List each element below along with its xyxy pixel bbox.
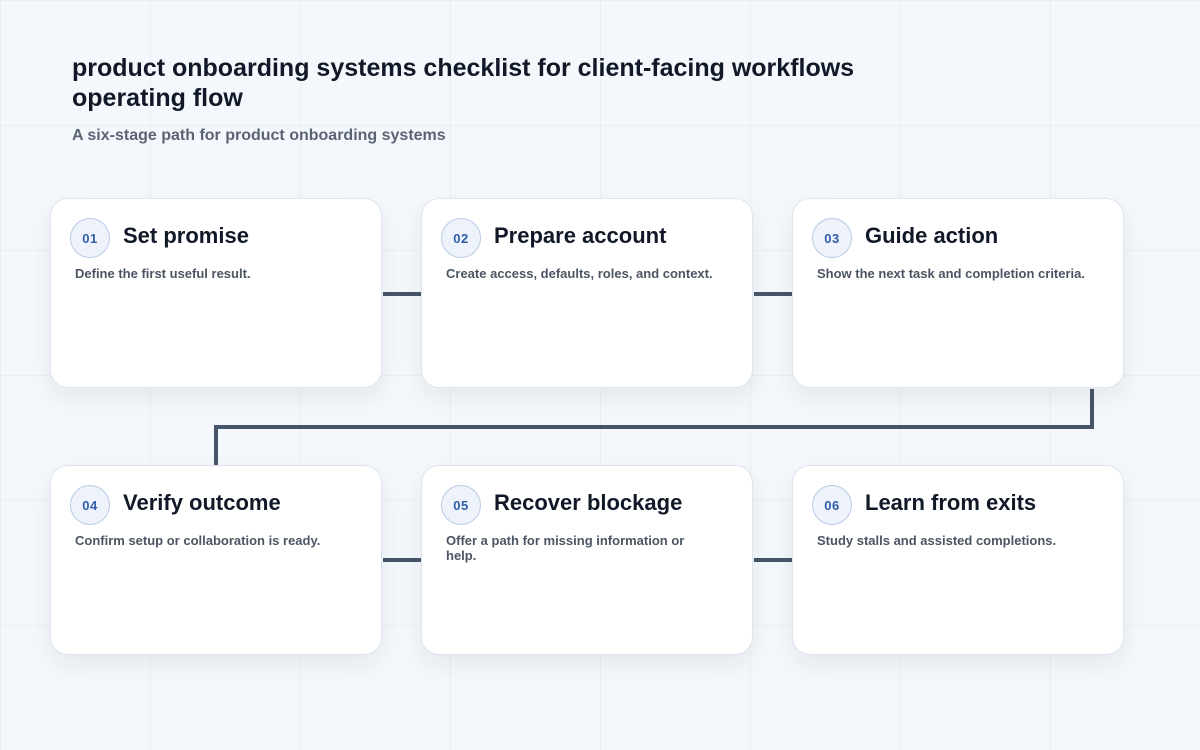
step-card-6: 06 Learn from exits Study stalls and ass… [792,465,1124,655]
step-number-badge: 04 [70,485,110,525]
step-description: Study stalls and assisted completions. [817,533,1057,548]
step-title: Guide action [865,223,999,248]
step-title: Verify outcome [123,490,281,515]
step-number-badge: 06 [812,485,852,525]
step-title: Recover blockage [494,490,683,515]
connector-3-4 [214,389,1094,465]
flow-canvas: product onboarding systems checklist for… [0,0,1200,750]
step-card-4: 04 Verify outcome Confirm setup or colla… [50,465,382,655]
step-card-1: 01 Set promise Define the first useful r… [50,198,382,388]
step-card-5: 05 Recover blockage Offer a path for mis… [421,465,753,655]
step-card-3: 03 Guide action Show the next task and c… [792,198,1124,388]
step-description: Show the next task and completion criter… [817,266,1086,281]
step-card-2: 02 Prepare account Create access, defaul… [421,198,753,388]
step-number-badge: 05 [441,485,481,525]
step-description: Define the first useful result. [75,266,251,281]
step-number-badge: 01 [70,218,110,258]
step-number-badge: 03 [812,218,852,258]
step-description: Confirm setup or collaboration is ready. [75,533,321,548]
step-description: Offer a path for missing information or … [446,533,685,563]
step-title: Learn from exits [865,490,1037,515]
step-description: Create access, defaults, roles, and cont… [446,266,713,281]
step-title: Set promise [123,223,249,248]
step-title: Prepare account [494,223,667,248]
step-number-badge: 02 [441,218,481,258]
